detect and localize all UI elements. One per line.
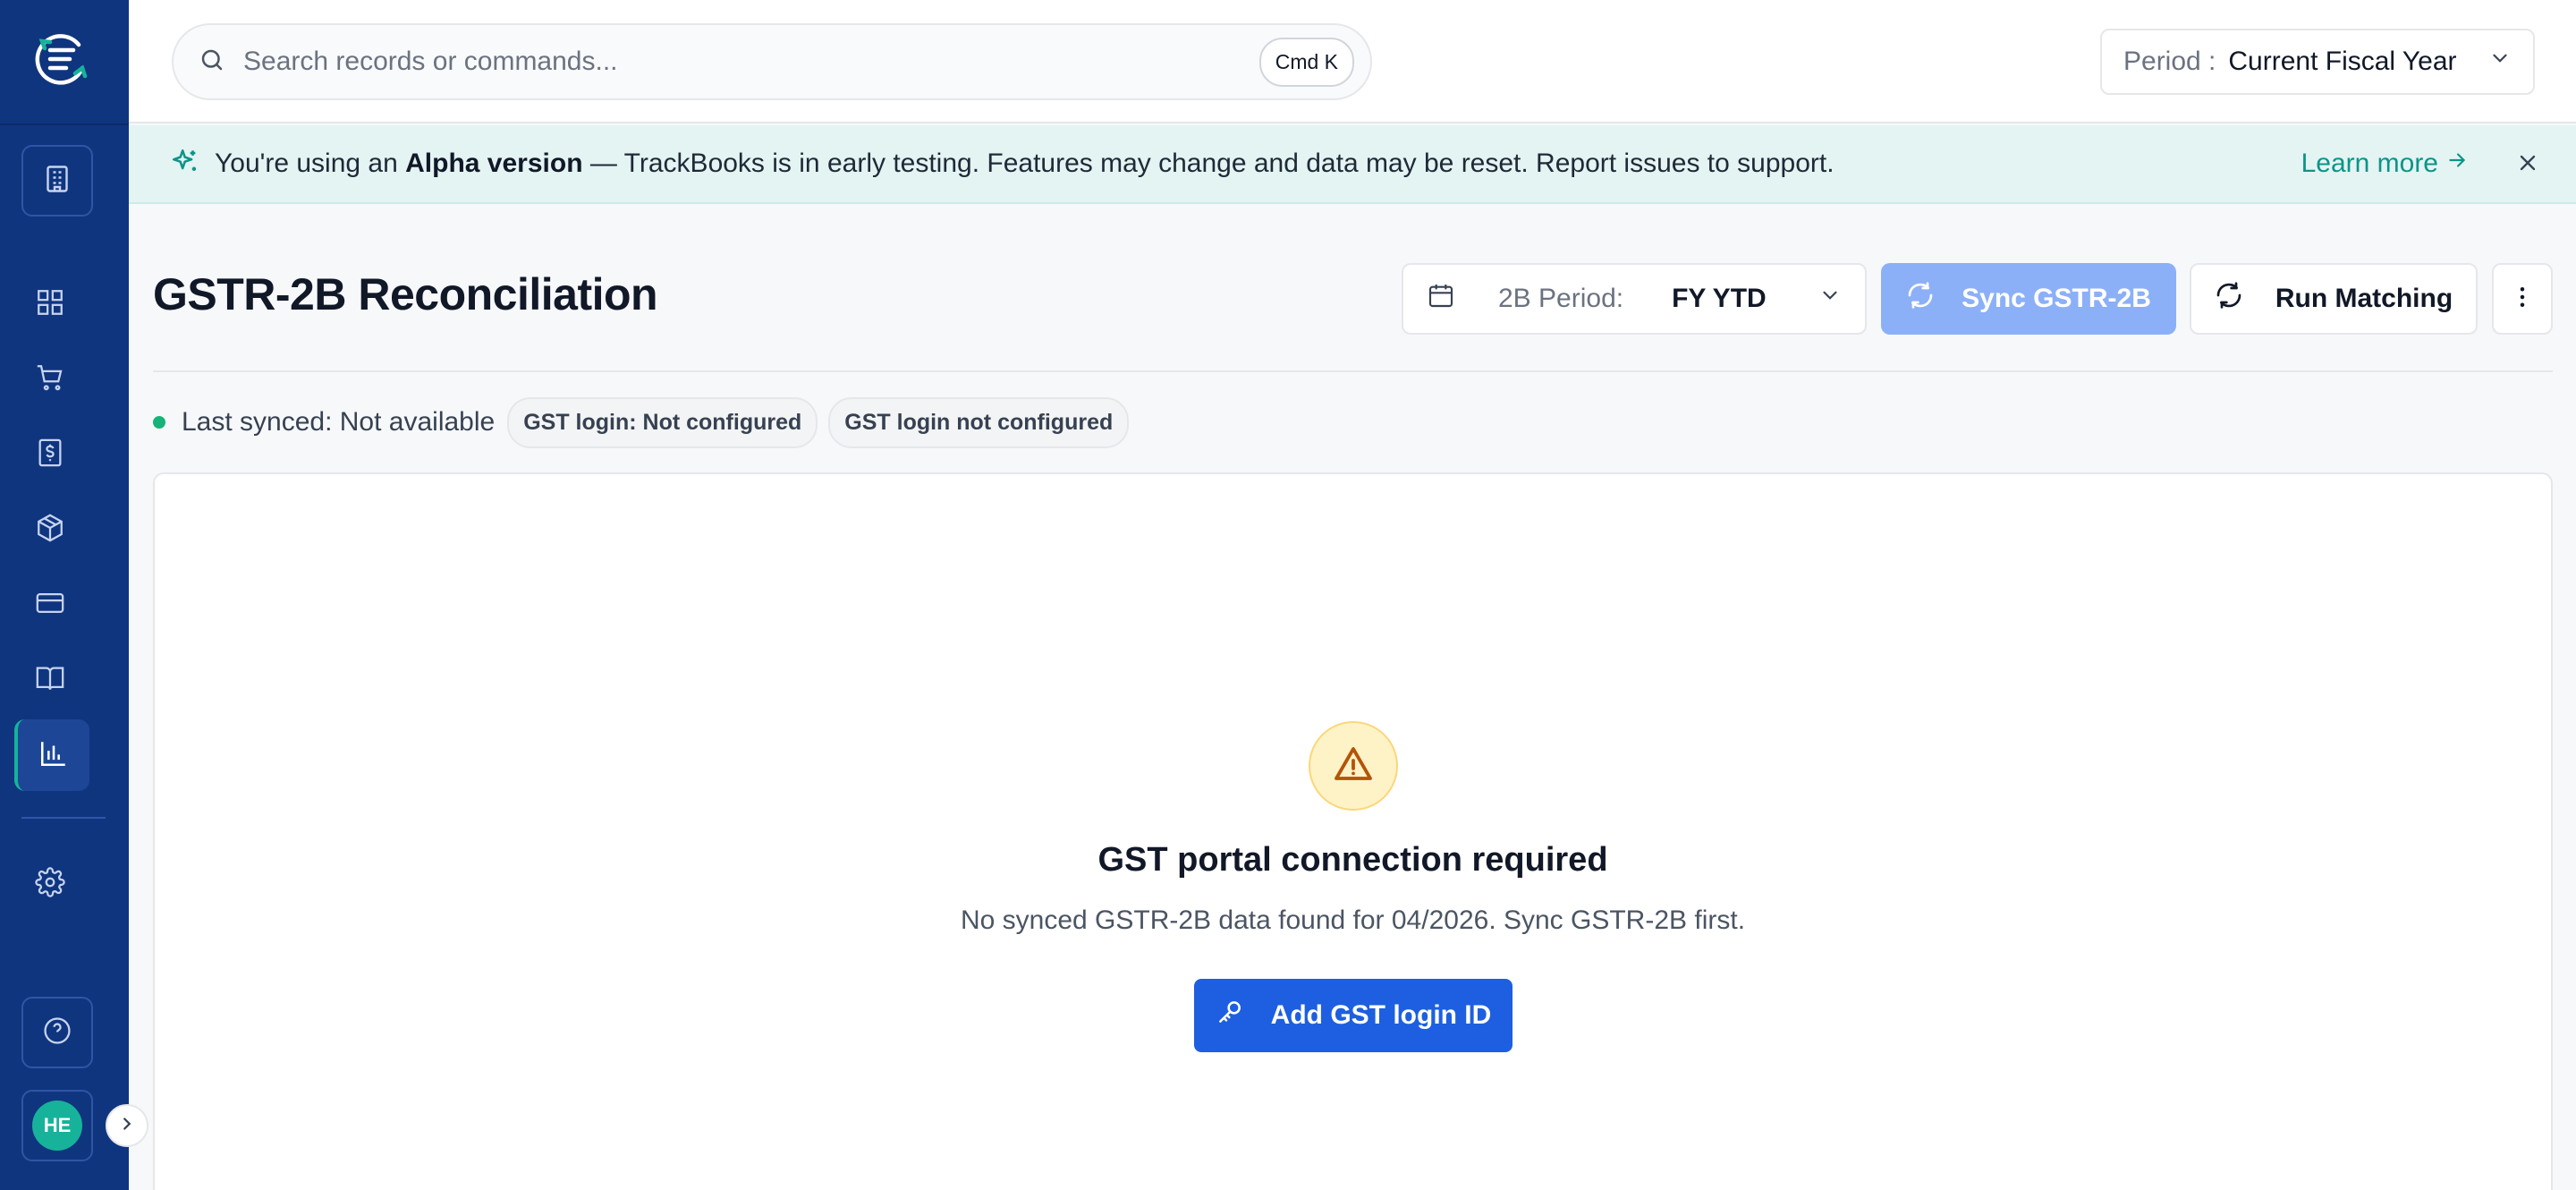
building-icon <box>41 163 73 200</box>
shortcut-badge: Cmd K <box>1258 37 1354 87</box>
banner-prefix: You're using an <box>215 149 398 178</box>
sidebar-item-organization[interactable] <box>21 145 93 217</box>
sidebar: HE <box>0 0 129 1190</box>
banner-message: You're using an Alpha version — TrackBoo… <box>215 149 1835 179</box>
warning-badge <box>1309 721 1398 811</box>
search-bar[interactable]: Cmd K <box>172 23 1372 100</box>
2b-period-value: FY YTD <box>1672 284 1767 313</box>
sidebar-divider <box>21 817 106 819</box>
package-box-icon <box>35 513 65 548</box>
2b-period-select[interactable]: 2B Period: FY YTD <box>1402 263 1867 335</box>
empty-state-card: GST portal connection required No synced… <box>153 472 2553 1190</box>
chevron-down-icon <box>1818 284 1842 314</box>
status-badge: GST login not configured <box>828 396 1130 448</box>
search-input[interactable] <box>243 47 1259 77</box>
invoice-dollar-icon <box>35 438 65 472</box>
sidebar-expand-button[interactable] <box>106 1104 148 1147</box>
run-matching-button[interactable]: Run Matching <box>2190 263 2478 335</box>
banner-highlight: Alpha version <box>405 149 583 178</box>
chevron-down-icon <box>2488 47 2512 77</box>
header-divider <box>153 370 2553 372</box>
period-select[interactable]: Period : Current Fiscal Year <box>2100 29 2535 95</box>
settings-gear-icon <box>35 866 65 902</box>
add-gst-login-button[interactable]: Add GST login ID <box>1194 979 1513 1052</box>
alpha-banner: You're using an Alpha version — TrackBoo… <box>129 125 2576 204</box>
refresh-icon <box>2215 281 2243 317</box>
sidebar-item-banking[interactable] <box>32 587 68 623</box>
2b-period-label: 2B Period: <box>1498 284 1624 313</box>
sync-status-row: Last synced: Not available GST login: No… <box>153 396 1140 448</box>
more-options-button[interactable] <box>2492 263 2553 335</box>
sidebar-item-dashboard[interactable] <box>32 286 68 322</box>
shopping-cart-icon <box>35 362 65 397</box>
warning-triangle-icon <box>1332 743 1375 790</box>
search-icon <box>199 47 225 78</box>
close-icon <box>2515 150 2540 180</box>
credit-card-icon <box>35 588 65 623</box>
learn-more-link[interactable]: Learn more <box>2301 149 2469 179</box>
avatar: HE <box>32 1101 82 1151</box>
empty-state-description: No synced GSTR-2B data found for 04/2026… <box>960 905 1746 935</box>
period-label: Period : <box>2123 47 2216 76</box>
sidebar-item-invoices[interactable] <box>32 437 68 472</box>
key-icon <box>1216 998 1244 1033</box>
empty-state-title: GST portal connection required <box>1097 841 1608 879</box>
status-badge: GST login: Not configured <box>507 396 818 448</box>
banner-suffix: — TrackBooks is in early testing. Featur… <box>589 149 1835 178</box>
sidebar-item-accounting[interactable] <box>32 662 68 698</box>
sidebar-item-settings[interactable] <box>32 866 68 902</box>
topbar: Cmd K Period : Current Fiscal Year <box>129 0 2576 123</box>
add-gst-login-label: Add GST login ID <box>1270 1000 1492 1030</box>
sidebar-item-inventory[interactable] <box>32 512 68 548</box>
close-banner-button[interactable] <box>2512 149 2544 181</box>
help-circle-icon <box>42 1016 72 1050</box>
bar-chart-icon <box>38 738 69 773</box>
sync-label: Sync GSTR-2B <box>1962 284 2151 313</box>
sidebar-item-help[interactable] <box>21 997 93 1068</box>
run-label: Run Matching <box>2275 284 2453 313</box>
user-menu-button[interactable]: HE <box>21 1090 93 1161</box>
last-synced-text: Last synced: Not available <box>182 407 496 437</box>
sidebar-divider <box>0 123 129 125</box>
arrow-right-icon <box>2445 149 2469 179</box>
status-dot <box>153 416 165 429</box>
refresh-icon <box>1906 281 1935 317</box>
period-value: Current Fiscal Year <box>2228 47 2457 76</box>
learn-more-label: Learn more <box>2301 149 2438 178</box>
calendar-icon <box>1427 281 1455 317</box>
chevron-right-icon <box>117 1114 137 1138</box>
sidebar-item-reports[interactable] <box>14 719 89 791</box>
book-open-icon <box>35 663 65 698</box>
dashboard-grid-icon <box>35 287 65 322</box>
more-vertical-icon <box>2509 284 2536 315</box>
sidebar-item-purchases[interactable] <box>32 361 68 397</box>
sparkles-icon <box>170 147 200 182</box>
trackbooks-logo-icon[interactable] <box>32 30 91 89</box>
page-title: GSTR-2B Reconciliation <box>153 269 658 319</box>
sync-gstr2b-button[interactable]: Sync GSTR-2B <box>1881 263 2176 335</box>
